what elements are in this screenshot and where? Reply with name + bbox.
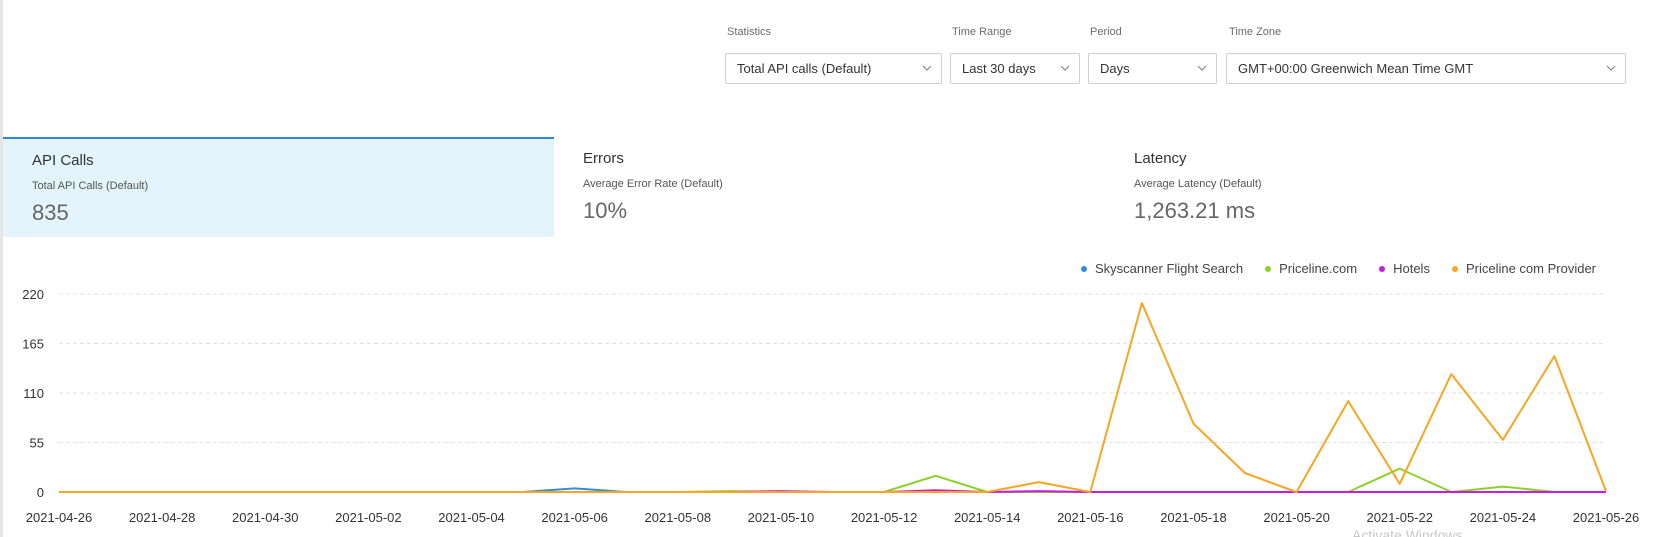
chevron-down-icon [1606, 65, 1616, 71]
statistics-label: Statistics [727, 26, 772, 38]
time-range-select[interactable]: Last 30 days [950, 53, 1080, 84]
x-tick-label: 2021-04-26 [26, 510, 93, 525]
y-tick-label: 165 [22, 337, 44, 352]
statistics-select[interactable]: Total API calls (Default) [725, 53, 942, 84]
x-tick-label: 2021-05-12 [851, 510, 918, 525]
x-tick-label: 2021-05-26 [1573, 510, 1640, 525]
x-tick-label: 2021-05-14 [954, 510, 1021, 525]
time-range-label: Time Range [952, 26, 1012, 38]
x-tick-label: 2021-05-02 [335, 510, 402, 525]
kpi-value: 10% [583, 198, 628, 223]
legend-item-priceline-provider[interactable]: Priceline com Provider [1451, 261, 1596, 276]
kpi-title: API Calls [32, 152, 94, 169]
y-tick-label: 0 [37, 485, 44, 500]
statistics-value: Total API calls (Default) [737, 61, 872, 76]
series-line-priceline-com [59, 467, 1606, 493]
chevron-down-icon [922, 65, 932, 71]
y-tick-label: 55 [30, 436, 44, 451]
x-tick-label: 2021-05-04 [438, 510, 505, 525]
legend-label: Priceline.com [1279, 261, 1358, 276]
time-zone-label: Time Zone [1229, 26, 1282, 38]
legend-dot [1080, 265, 1087, 272]
x-tick-label: 2021-04-28 [129, 510, 196, 525]
chart-legend: Skyscanner Flight Search Priceline.com H… [1080, 261, 1596, 276]
series-line-priceline-com-provider [59, 302, 1607, 493]
legend-item-skyscanner[interactable]: Skyscanner Flight Search [1080, 261, 1244, 276]
x-tick-label: 2021-05-18 [1160, 510, 1227, 525]
legend-dot [1265, 265, 1272, 272]
kpi-subtitle: Average Error Rate (Default) [583, 178, 723, 190]
legend-label: Skyscanner Flight Search [1094, 261, 1244, 276]
kpi-title: Errors [583, 150, 624, 167]
legend-label: Hotels [1393, 261, 1430, 276]
y-tick-label: 220 [22, 287, 44, 302]
y-tick-label: 110 [23, 386, 44, 401]
chevron-down-icon [1197, 65, 1207, 71]
time-zone-select[interactable]: GMT+00:00 Greenwich Mean Time GMT [1226, 53, 1626, 84]
x-tick-label: 2021-05-24 [1470, 510, 1537, 525]
x-tick-label: 2021-05-06 [541, 510, 608, 525]
time-zone-value: GMT+00:00 Greenwich Mean Time GMT [1238, 61, 1474, 76]
period-label: Period [1090, 26, 1122, 38]
x-tick-label: 2021-05-10 [748, 510, 815, 525]
chevron-down-icon [1060, 65, 1070, 71]
kpi-title: Latency [1134, 150, 1187, 167]
kpi-value: 835 [32, 200, 69, 225]
x-tick-label: 2021-05-20 [1263, 510, 1330, 525]
kpi-value: 1,263.21 ms [1134, 198, 1256, 223]
period-select[interactable]: Days [1088, 53, 1217, 84]
x-tick-label: 2021-05-08 [645, 510, 712, 525]
kpi-subtitle: Total API Calls (Default) [32, 180, 149, 192]
legend-dot [1379, 265, 1386, 272]
activate-windows-watermark: Activate Windows [1352, 527, 1463, 537]
kpi-tab-api-calls[interactable]: API Calls Total API Calls (Default) 835 [3, 137, 554, 237]
kpi-subtitle: Average Latency (Default) [1134, 178, 1262, 190]
legend-item-hotels[interactable]: Hotels [1379, 261, 1430, 276]
x-tick-label: 2021-05-22 [1366, 510, 1433, 525]
api-calls-line-chart: 0 55 110 165 220 2021-04-26 2021-04-28 2021-04-… [22, 287, 1640, 525]
kpi-tab-latency[interactable]: Latency Average Latency (Default) 1,263.… [1105, 137, 1655, 237]
legend-item-priceline[interactable]: Priceline.com [1265, 261, 1357, 276]
period-value: Days [1100, 61, 1130, 76]
kpi-tab-errors[interactable]: Errors Average Error Rate (Default) 10% [554, 137, 1105, 237]
legend-label: Priceline com Provider [1465, 261, 1596, 276]
x-tick-label: 2021-05-16 [1057, 510, 1124, 525]
x-tick-label: 2021-04-30 [232, 510, 299, 525]
time-range-value: Last 30 days [962, 61, 1036, 76]
legend-dot [1451, 265, 1458, 272]
